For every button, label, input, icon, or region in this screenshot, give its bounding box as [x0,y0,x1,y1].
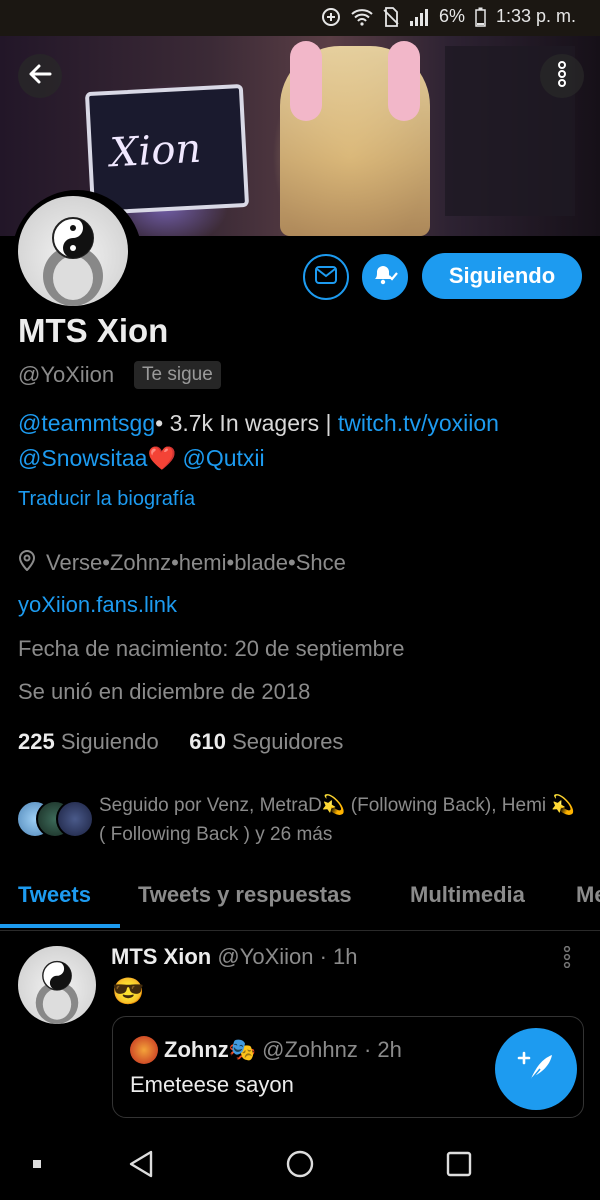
followers-count: 610 [189,729,226,754]
following-label: Siguiendo [60,729,159,754]
profile-join-date: Se unió en diciembre de 2018 [18,679,311,704]
penguin-avatar-image [18,196,128,306]
profile-handle: @YoXiion [18,362,115,387]
quoted-handle-time: @Zohhnz · 2h [262,1037,402,1062]
bio-line-1: @teammtsgg• 3.7k In wagers | twitch.tv/y… [18,410,499,437]
tab-tweets-replies[interactable]: Tweets y respuestas [138,882,352,908]
tweet-header: MTS Xion @YoXiion · 1h [111,944,358,970]
tweet-text: 😎 [112,976,145,1006]
compose-tweet-button[interactable] [495,1028,577,1110]
tab-tweets[interactable]: Tweets [18,882,91,908]
message-button[interactable] [303,254,349,300]
following-count: 225 [18,729,55,754]
location-pin-icon [18,549,36,577]
banner-tablet-text: Xion [108,125,203,177]
followed-by-text[interactable]: Seguido por Venz, MetraD💫 (Following Bac… [99,791,579,849]
circle-home-icon [286,1150,314,1182]
system-navigation-bar [0,1130,600,1200]
followers-count-link[interactable]: 610 Seguidores [189,729,343,754]
triangle-back-icon [128,1150,154,1182]
headset-right [388,41,420,121]
nav-back-button[interactable] [128,1150,154,1183]
tab-likes[interactable]: Me [576,882,600,908]
heart-emoji: ❤️ [147,445,177,471]
back-button[interactable] [18,54,62,98]
bio-text: • 3.7k In wagers | [155,410,338,436]
following-count-link[interactable]: 225 Siguiendo [18,729,159,754]
profile-avatar[interactable] [12,190,142,320]
bio-link-twitch[interactable]: twitch.tv/yoxiion [338,410,499,436]
quoted-avatar [130,1036,158,1064]
bio-mention-teammtsgg[interactable]: @teammtsgg [18,410,155,436]
no-sim-icon [383,6,399,27]
feather-plus-icon [516,1047,556,1092]
tab-media[interactable]: Multimedia [410,882,525,908]
tweet-handle-time: @YoXiion · 1h [217,944,358,969]
profile-tabs: Tweets Tweets y respuestas Multimedia Me [0,868,600,931]
follows-you-badge: Te sigue [134,361,221,389]
profile-location: Verse•Zohnz•hemi•blade•Shce [18,549,346,577]
bio-mention-snowsitaa[interactable]: @Snowsitaa [18,445,147,471]
bio-mention-qutxii[interactable]: @Qutxii [176,445,264,471]
notifications-button[interactable] [362,254,408,300]
overflow-menu-button[interactable] [540,54,584,98]
clock: 1:33 p. m. [495,6,576,26]
follow-counts: 225 Siguiendo 610 Seguidores [18,729,343,755]
battery-percent: 6% [438,6,465,26]
battery-icon [475,7,486,27]
quoted-tweet-header: Zohnz🎭 @Zohhnz · 2h [130,1036,402,1064]
more-vertical-icon [562,945,572,972]
tweet-menu-button[interactable] [562,945,572,973]
following-button[interactable]: Siguiendo [422,253,582,299]
status-bar: 6% 1:33 p. m. [0,0,600,36]
nav-dot-indicator [33,1160,41,1168]
envelope-icon [315,265,337,289]
signal-icon [409,8,429,26]
data-saver-icon [321,7,341,27]
profile-name: MTS Xion [18,312,169,349]
quoted-tweet-text: Emeteese sayon [130,1072,294,1097]
arrow-left-icon [27,61,53,92]
wifi-icon [351,8,373,26]
location-text: Verse•Zohnz•hemi•blade•Shce [46,550,346,575]
more-vertical-icon [557,60,567,92]
square-recents-icon [446,1151,472,1181]
tweet-avatar[interactable] [18,946,96,1024]
quoted-author-name: Zohnz🎭 [164,1037,257,1062]
tweet-author-name[interactable]: MTS Xion [111,944,211,969]
headset-left [290,41,322,121]
profile-birthdate: Fecha de nacimiento: 20 de septiembre [18,636,405,661]
avatar [56,800,94,838]
nav-home-button[interactable] [286,1150,314,1183]
profile-website-link[interactable]: yoXiion.fans.link [18,592,177,618]
translate-bio-link[interactable]: Traducir la biografía [18,488,195,511]
followers-label: Seguidores [232,729,344,754]
bio-line-2: @Snowsitaa❤️ @Qutxii [18,445,265,472]
nav-recents-button[interactable] [446,1151,472,1182]
active-tab-indicator [0,924,120,928]
bell-check-icon [372,264,398,291]
followed-by-avatars[interactable] [16,800,96,840]
